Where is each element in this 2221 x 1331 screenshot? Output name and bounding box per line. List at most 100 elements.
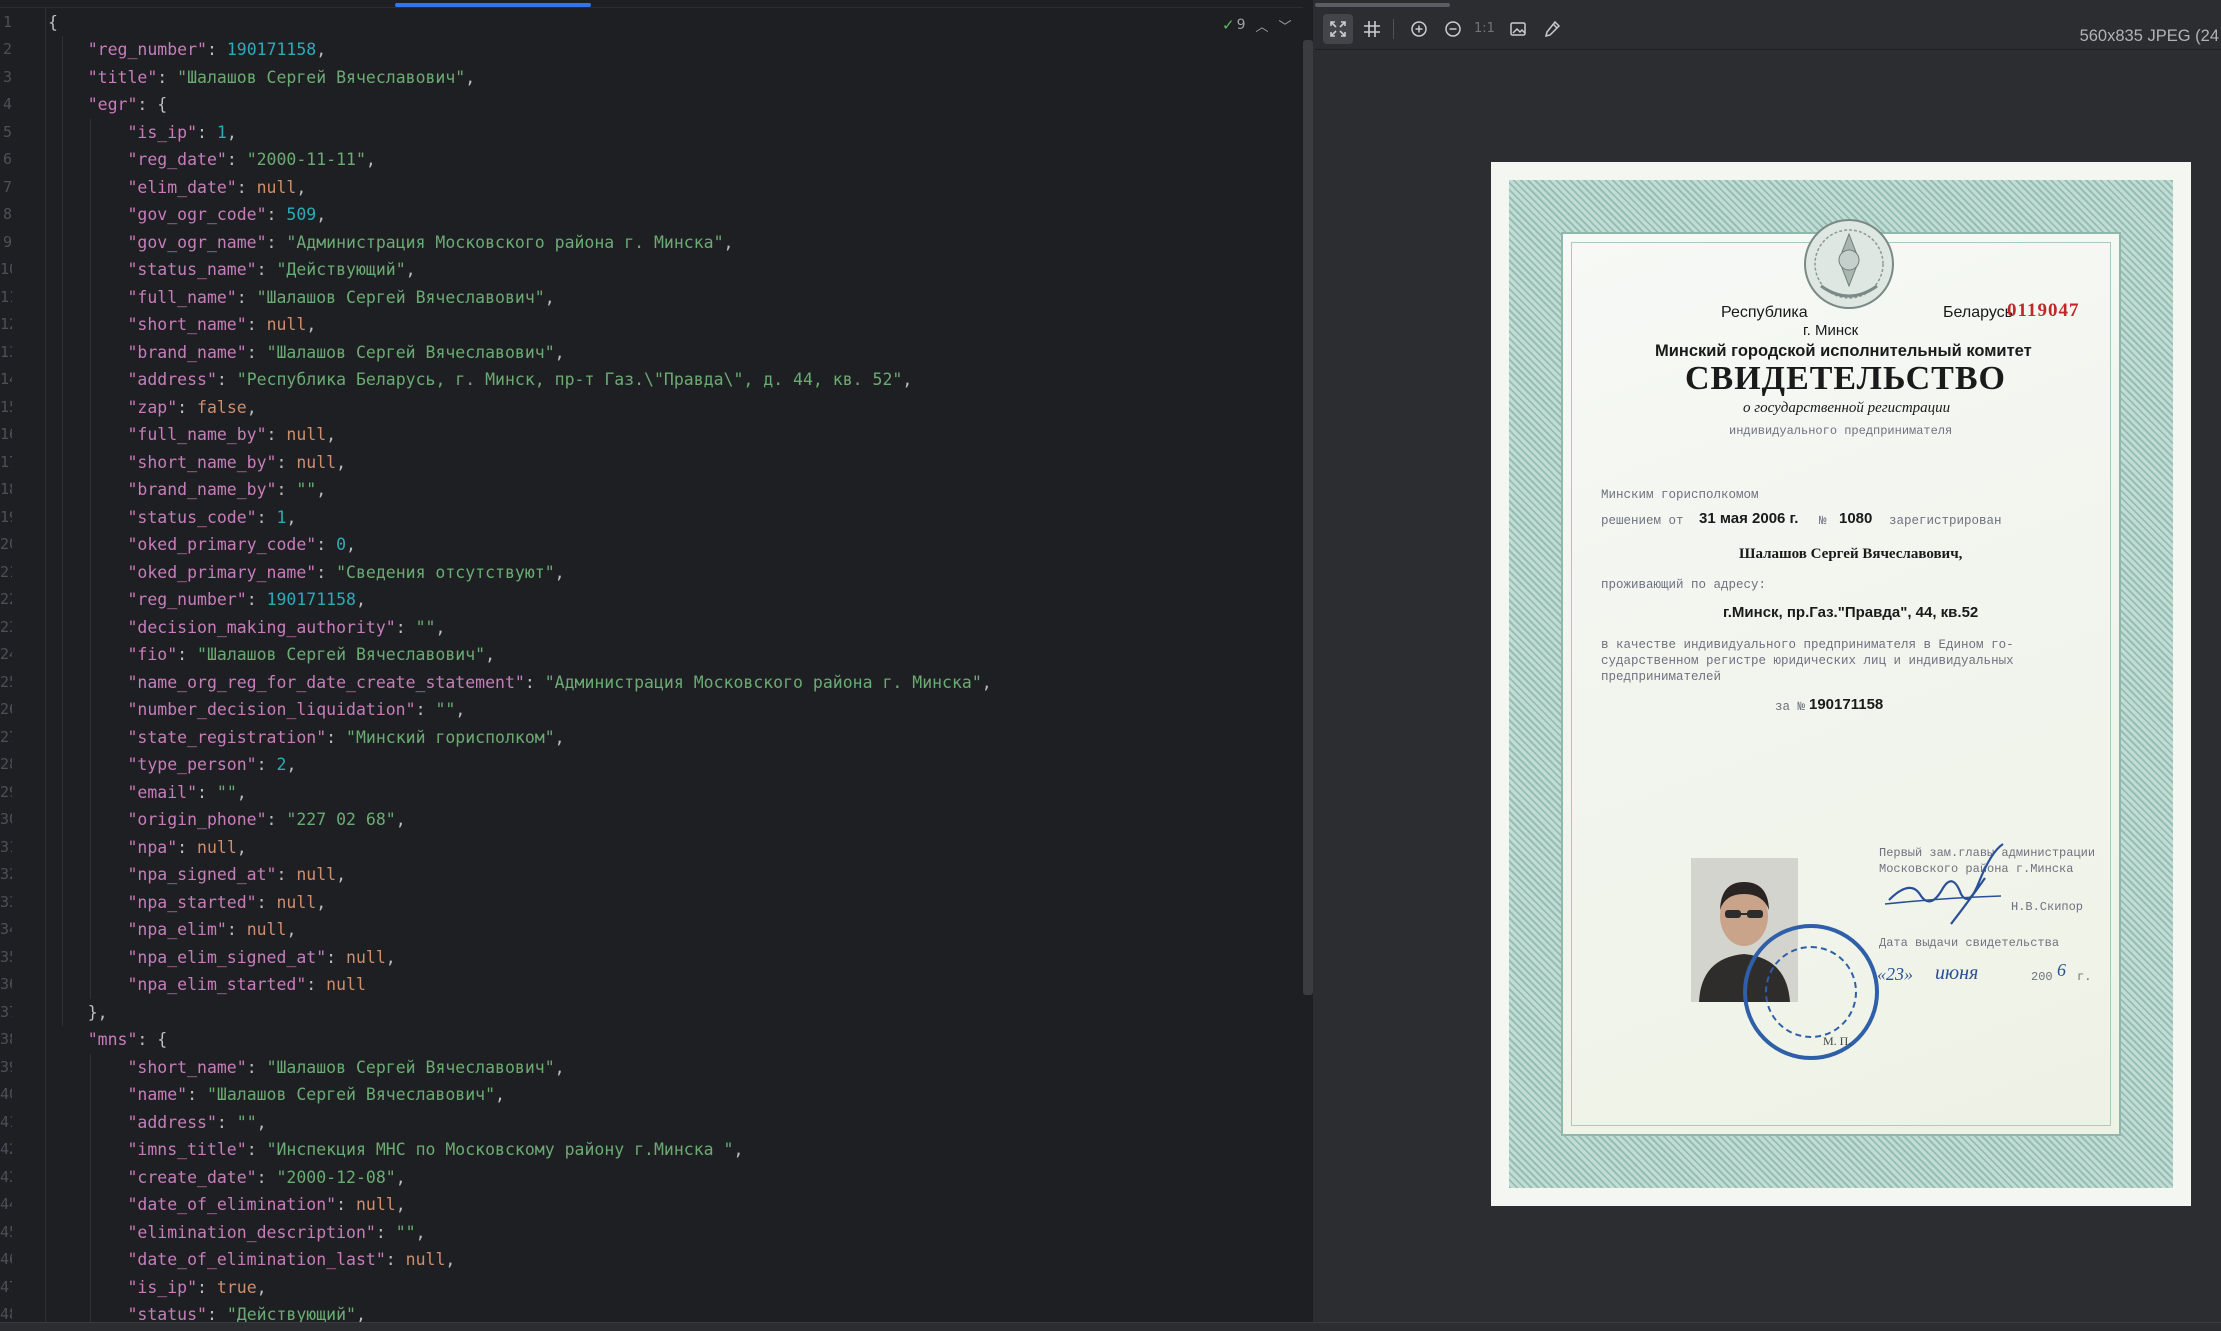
zoom-in-icon[interactable] [1404, 14, 1434, 44]
code-token: "227 02 68" [286, 810, 396, 829]
cert-subtitle2: индивидуального предпринимателя [1729, 424, 1953, 438]
code-line[interactable]: "mns": { [48, 1026, 167, 1054]
fit-to-window-icon[interactable] [1323, 13, 1353, 44]
code-line[interactable]: "elim_date": null, [48, 174, 306, 202]
code-token: , [236, 782, 247, 802]
previous-highlight-icon[interactable]: ︿ [1256, 16, 1269, 35]
code-token: , [544, 287, 555, 307]
code-token: 190171158 [266, 590, 356, 609]
code-line[interactable]: "full_name_by": null, [48, 421, 336, 449]
code-line[interactable]: "imns_title": "Инспекция МНС по Московск… [48, 1136, 743, 1164]
code-line[interactable]: "is_ip": true, [48, 1274, 266, 1302]
code-line[interactable]: "number_decision_liquidation": "", [48, 696, 465, 724]
code-line[interactable]: "short_name_by": null, [48, 449, 346, 477]
code-token: , [723, 232, 734, 252]
actual-size-button[interactable]: 1:1 [1474, 21, 1495, 36]
code-line[interactable]: "npa_elim_started": null [48, 971, 365, 999]
code-token: "Администрация Московского района г. Мин… [286, 232, 724, 252]
code-line[interactable]: "gov_ogr_name": "Администрация Московско… [48, 229, 733, 257]
code-line[interactable]: "fio": "Шалашов Сергей Вячеславович", [48, 641, 495, 669]
code-line[interactable]: { [48, 9, 58, 37]
code-line[interactable]: "full_name": "Шалашов Сергей Вячеславови… [48, 284, 555, 312]
code-line[interactable]: "short_name": null, [48, 311, 316, 339]
code-line[interactable]: "short_name": "Шалашов Сергей Вячеславов… [48, 1054, 564, 1082]
next-highlight-icon[interactable]: ﹀ [1279, 16, 1292, 35]
code-token: "fio" [48, 645, 178, 664]
code-editor[interactable]: 1234567891011121314151617181920212223242… [0, 0, 1303, 1331]
certificate-body: Республика Беларусь 0119047 г. Минск Мин… [1561, 219, 2121, 1136]
code-token: 190171158 [226, 40, 317, 59]
line-number: 5 [2, 122, 12, 141]
grid-icon[interactable] [1357, 14, 1387, 44]
viewer-tab-indicator[interactable] [1315, 3, 1450, 7]
code-token: : [177, 837, 198, 857]
image-canvas[interactable]: Республика Беларусь 0119047 г. Минск Мин… [1315, 50, 2221, 1331]
code-line[interactable]: "type_person": 2, [48, 751, 296, 779]
cert-description-line3: предпринимателей [1601, 670, 1722, 684]
code-line[interactable]: "status_name": "Действующий", [48, 256, 415, 284]
zoom-out-icon[interactable] [1438, 14, 1468, 44]
code-line[interactable]: "address": "", [48, 1109, 266, 1137]
code-token: "Шалашов Сергей Вячеславович" [266, 342, 555, 362]
code-token: "reg_number" [48, 590, 247, 609]
code-line[interactable]: "address": "Республика Беларусь, г. Минс… [48, 366, 912, 394]
editor-scrollbar[interactable] [1303, 40, 1313, 995]
line-number: 45 [0, 1222, 12, 1241]
code-token: 2 [276, 755, 287, 774]
code-line[interactable]: "egr": { [48, 91, 167, 119]
line-number: 42 [0, 1140, 12, 1158]
inspection-widget[interactable]: ✓ 9 ︿ ﹀ [1222, 14, 1292, 36]
cert-address: г.Минск, пр.Газ."Правда", 44, кв.52 [1723, 604, 1979, 621]
code-token: "npa_elim_started" [48, 975, 307, 994]
code-line[interactable]: "oked_primary_name": "Сведения отсутству… [48, 559, 564, 587]
code-line[interactable]: "decision_making_authority": "", [48, 614, 445, 642]
code-token: "Шалашов Сергей Вячеславович" [177, 67, 466, 87]
code-token: "name" [48, 1085, 188, 1104]
code-line[interactable]: "brand_name": "Шалашов Сергей Вячеславов… [48, 339, 564, 367]
code-token: "Администрация Московского района г. Мин… [544, 672, 982, 692]
code-token: : [157, 67, 178, 87]
code-line[interactable]: "npa_signed_at": null, [48, 861, 346, 889]
official-seal-icon [1743, 924, 1879, 1060]
code-line[interactable]: "npa_elim_signed_at": null, [48, 944, 395, 972]
code-line[interactable]: "name_org_reg_for_date_create_statement"… [48, 669, 991, 697]
line-number: 15 [0, 397, 12, 416]
cert-issue-year-end: г. [2077, 970, 2092, 984]
background-icon[interactable] [1503, 14, 1533, 44]
code-line[interactable]: "oked_primary_code": 0, [48, 531, 356, 559]
code-line[interactable]: "origin_phone": "227 02 68", [48, 806, 405, 834]
code-line[interactable]: "email": "", [48, 779, 247, 807]
image-info-label: 560x835 JPEG (24 [2079, 27, 2219, 45]
code-token: "elim_date" [48, 177, 237, 197]
code-line[interactable]: "is_ip": 1, [48, 119, 236, 147]
code-line[interactable]: "zap": false, [48, 394, 256, 422]
cert-committee: Минский городской исполнительный комитет [1655, 342, 2032, 360]
code-line[interactable]: "reg_date": "2000-11-11", [48, 146, 375, 174]
cert-subtitle: о государственной регистрации [1743, 400, 1951, 416]
code-line[interactable]: }, [48, 999, 108, 1027]
color-picker-icon[interactable] [1537, 14, 1567, 44]
code-line[interactable]: "elimination_description": "", [48, 1219, 425, 1247]
code-line[interactable]: "title": "Шалашов Сергей Вячеславович", [48, 64, 475, 92]
code-token: : [395, 617, 416, 637]
code-line[interactable]: "reg_number": 190171158, [48, 586, 365, 614]
code-line[interactable]: "state_registration": "Минский горисполк… [48, 724, 564, 752]
code-token: "short_name" [48, 315, 247, 334]
code-token: : [276, 480, 297, 499]
code-line[interactable]: "date_of_elimination_last": null, [48, 1246, 455, 1274]
code-line[interactable]: "npa": null, [48, 834, 247, 862]
code-line[interactable]: "date_of_elimination": null, [48, 1191, 405, 1219]
code-line[interactable]: "reg_number": 190171158, [48, 36, 326, 64]
line-number: 27 [0, 727, 12, 746]
code-token: , [465, 67, 476, 87]
code-token: { [48, 12, 58, 32]
code-token: 1 [276, 507, 287, 527]
code-line[interactable]: "name": "Шалашов Сергей Вячеславович", [48, 1081, 505, 1109]
code-line[interactable]: "status_code": 1, [48, 504, 296, 532]
line-number: 46 [0, 1250, 12, 1268]
code-line[interactable]: "create_date": "2000-12-08", [48, 1164, 405, 1192]
active-tab-indicator[interactable] [395, 3, 591, 7]
code-token: , [236, 837, 247, 857]
code-token: : [336, 1195, 356, 1214]
code-line[interactable]: "npa_elim": null, [48, 916, 296, 944]
